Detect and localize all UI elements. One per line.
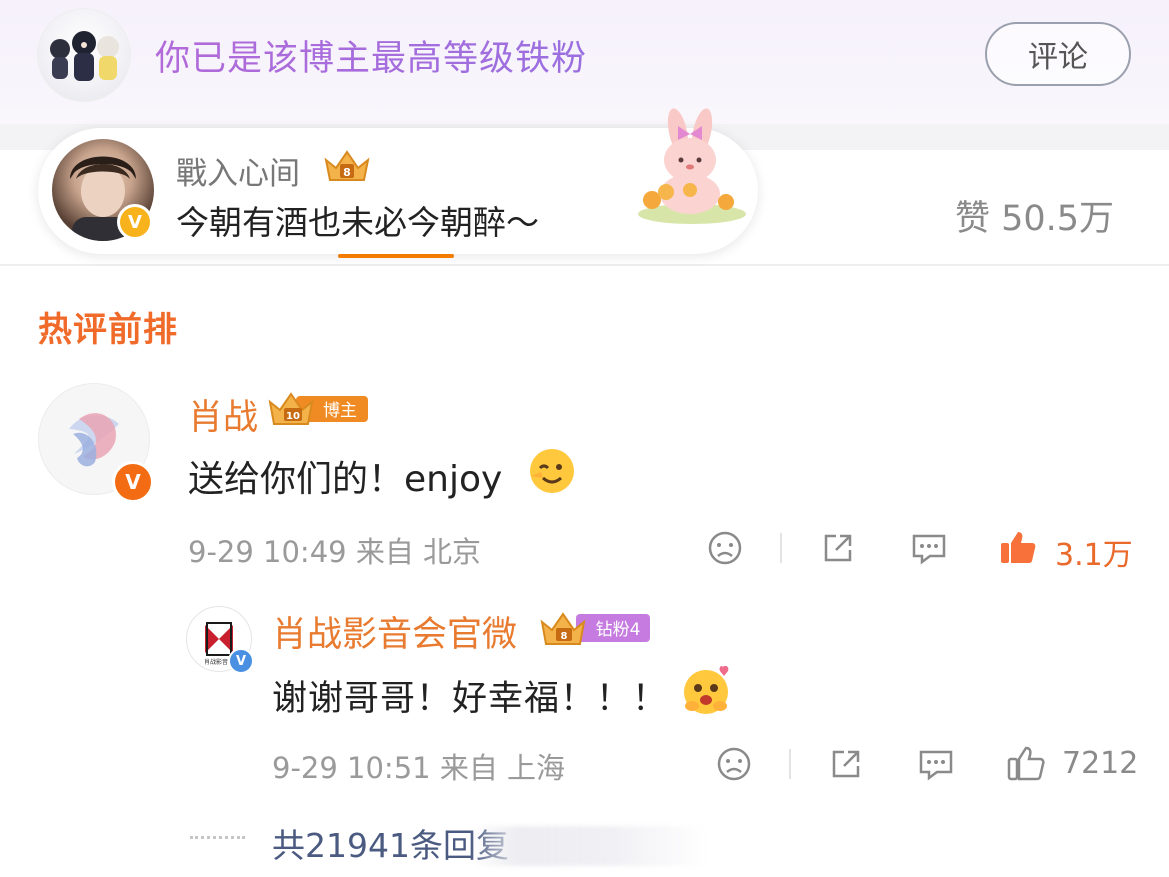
comment-meta: 9-29 10:49 来自 北京: [188, 535, 482, 569]
like-count: 3.1万: [1055, 538, 1133, 573]
reply-text: 谢谢哥哥！好幸福！！！: [272, 679, 669, 719]
reply-author[interactable]: 肖战影音会官微: [272, 606, 517, 657]
comment-text: 送给你们的！enjoy: [188, 459, 503, 500]
fan-signature: 今朝有酒也未必今朝醉～: [176, 203, 539, 242]
verified-icon: V: [117, 204, 153, 240]
divider: [0, 264, 1169, 266]
crown-icon: 8: [322, 146, 372, 188]
action-divider: [780, 533, 782, 563]
svg-text:钻粉4: 钻粉4: [596, 620, 641, 640]
like-icon[interactable]: [1006, 744, 1046, 786]
blogger-badge: 10 博主: [268, 388, 370, 432]
comment-author[interactable]: 肖战: [188, 389, 258, 440]
fan-level-text: 你已是该博主最高等级铁粉: [155, 30, 587, 81]
happy-emoji-icon: [678, 662, 734, 722]
dislike-icon[interactable]: [707, 530, 743, 570]
blurred-overlay: [470, 826, 710, 866]
hot-comments-title: 热评前排: [38, 310, 178, 350]
crown-level: 8: [343, 166, 351, 179]
like-icon[interactable]: [998, 528, 1038, 570]
share-icon[interactable]: [820, 530, 856, 570]
reply-meta: 9-29 10:51 来自 上海: [272, 751, 566, 785]
wink-emoji-icon: [527, 446, 577, 500]
verified-icon: V: [112, 461, 154, 503]
dotted-connector: [190, 836, 245, 839]
active-tab-indicator: [338, 254, 454, 258]
fan-name[interactable]: 戰入心间: [176, 148, 300, 193]
action-divider: [789, 749, 791, 779]
share-icon[interactable]: [828, 746, 864, 786]
like-count: 7212: [1062, 746, 1139, 781]
user-avatar[interactable]: [37, 8, 131, 102]
comment-button[interactable]: 评论: [985, 22, 1131, 86]
svg-text:8: 8: [561, 631, 568, 642]
diamond-fan-badge: 8 钻粉4: [540, 608, 652, 652]
reply-icon[interactable]: [910, 530, 948, 570]
likes-total[interactable]: 赞 50.5万: [955, 190, 1114, 241]
dislike-icon[interactable]: [716, 746, 752, 786]
verified-icon: V: [228, 648, 254, 674]
svg-text:博主: 博主: [323, 401, 357, 421]
svg-text:10: 10: [286, 411, 300, 422]
reply-icon[interactable]: [917, 746, 955, 786]
bunny-sticker-icon: [630, 104, 750, 230]
